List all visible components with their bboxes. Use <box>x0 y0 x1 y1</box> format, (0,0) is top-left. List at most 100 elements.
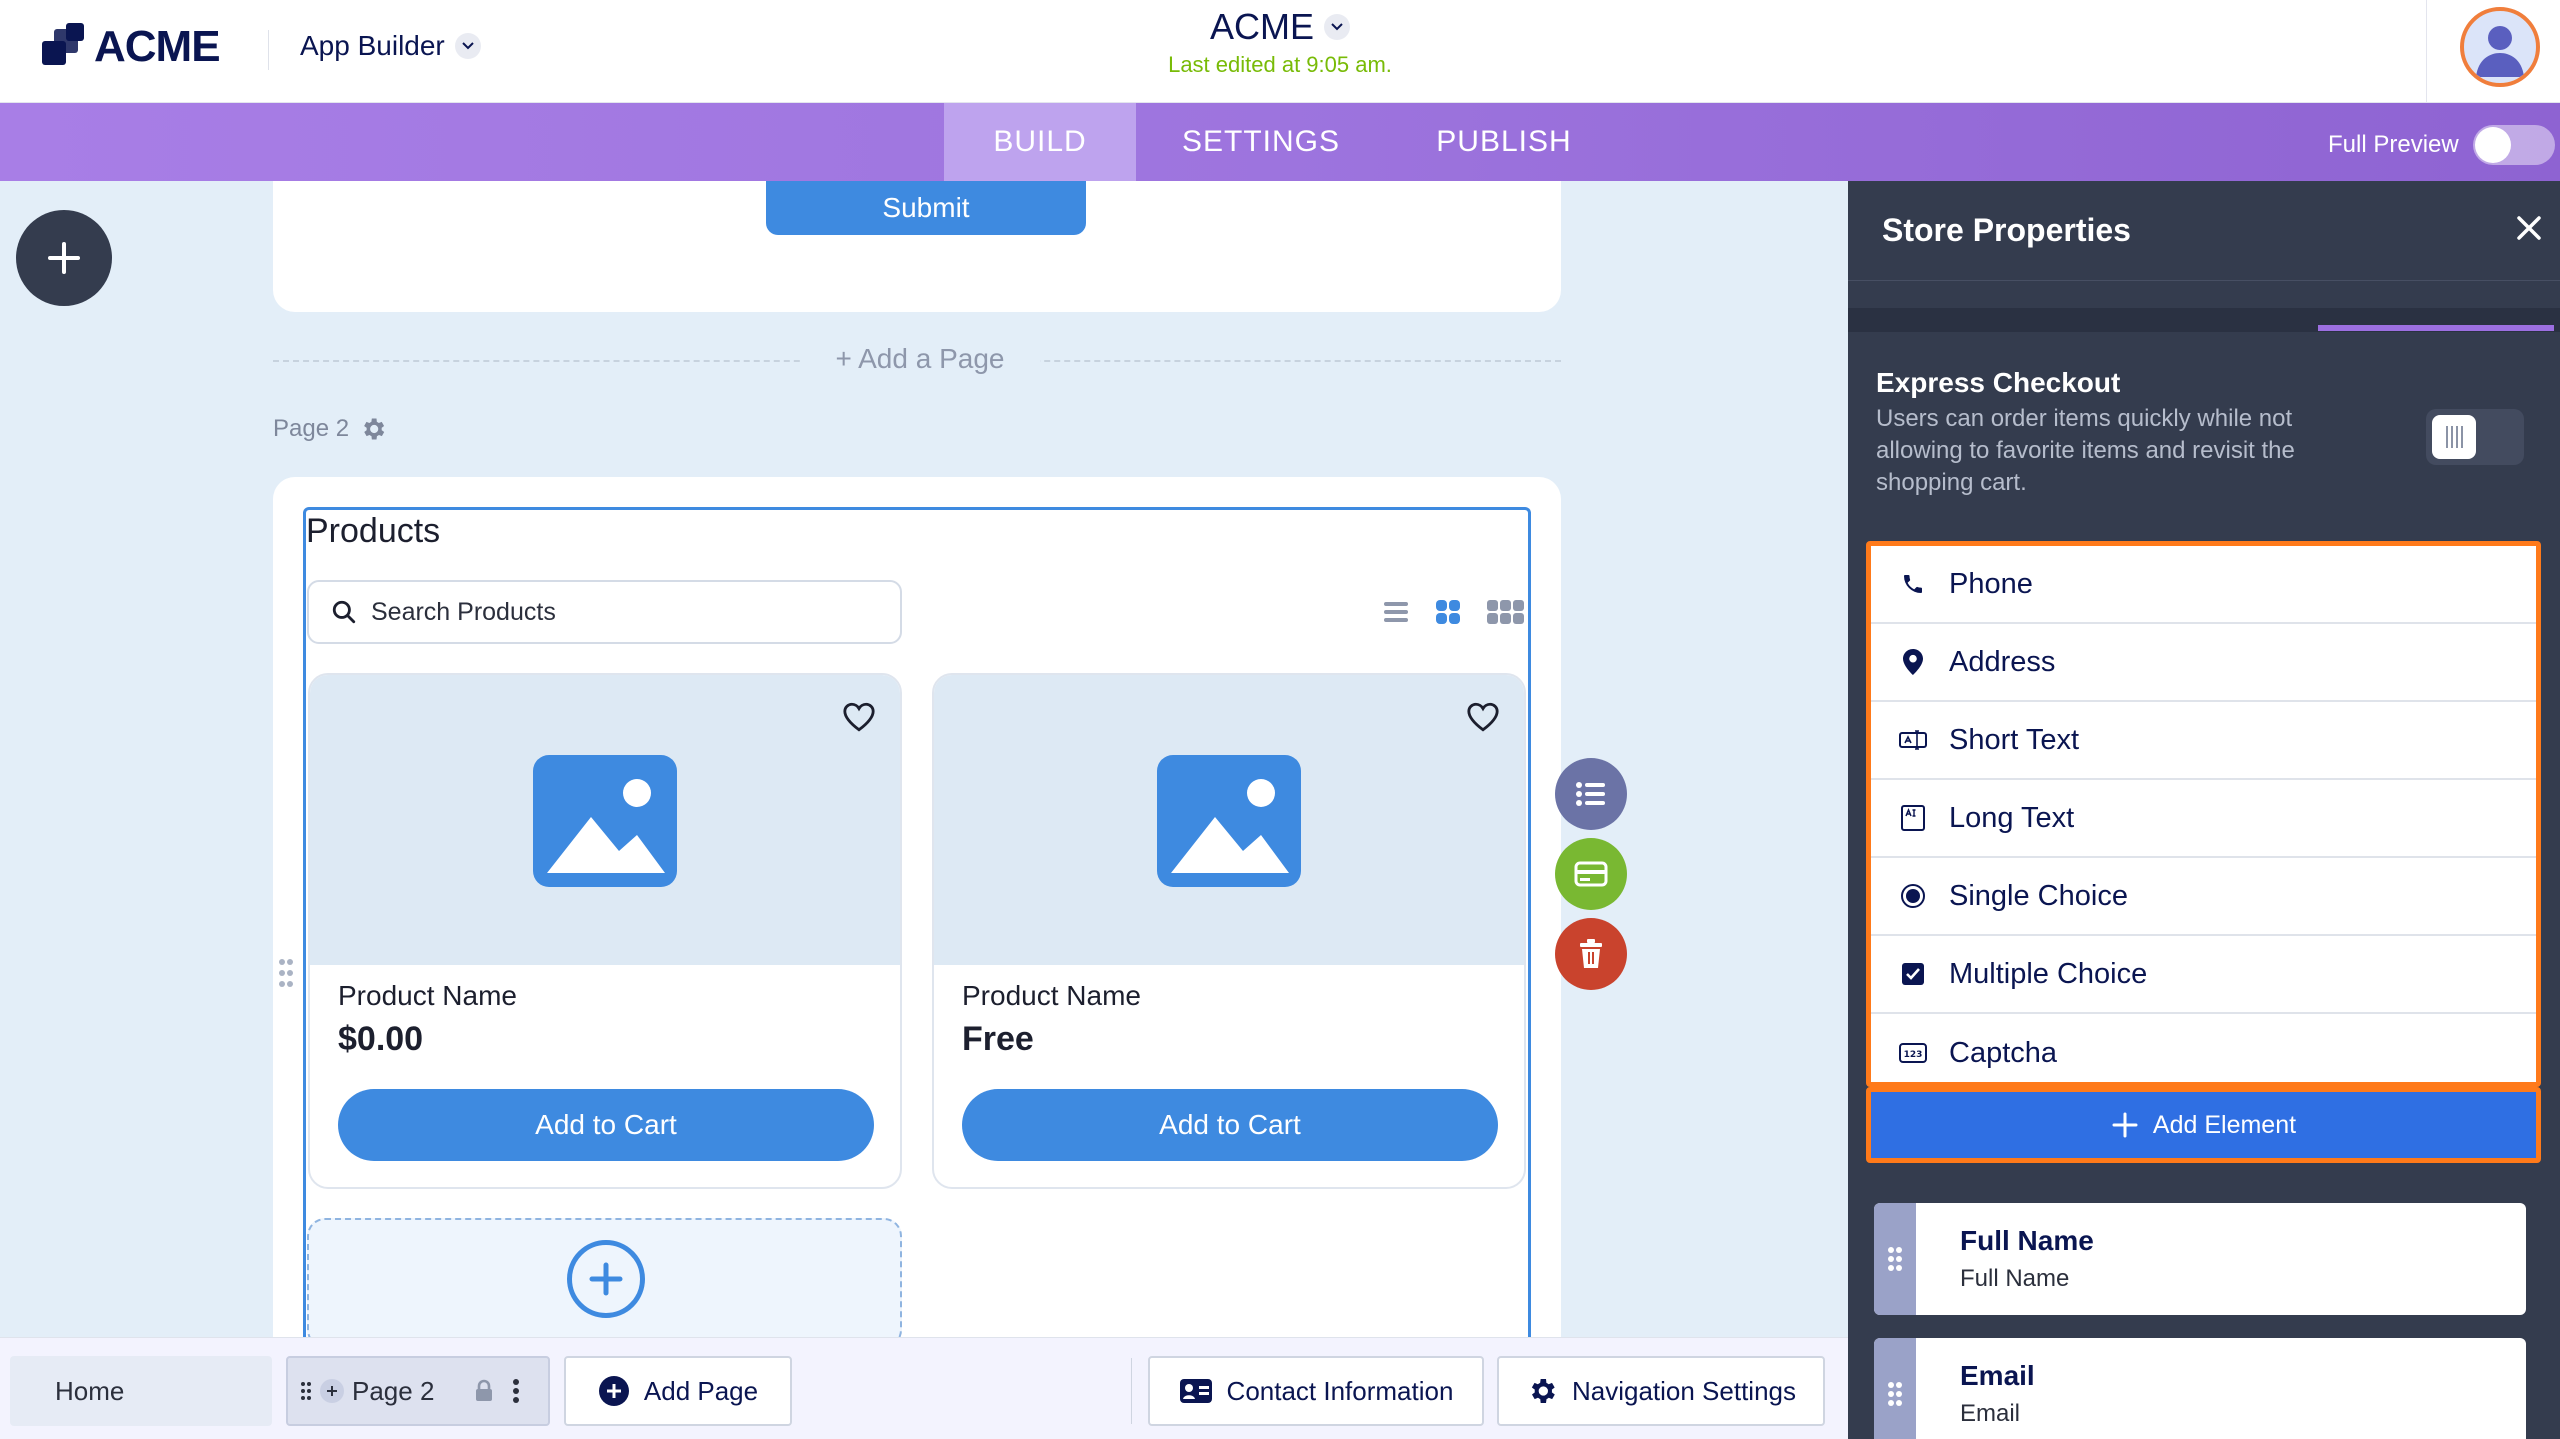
contact-card-icon <box>1179 1378 1213 1404</box>
payment-settings-button[interactable] <box>1555 838 1627 910</box>
view-switcher <box>1382 598 1526 631</box>
last-edited-status: Last edited at 9:05 am. <box>1168 52 1392 77</box>
drag-handle-icon[interactable] <box>278 958 294 993</box>
panel-tab-active-indicator <box>2318 325 2554 331</box>
add-element-button[interactable]: Add Element <box>1866 1087 2541 1163</box>
submit-button[interactable]: Submit <box>766 181 1086 235</box>
image-icon <box>1157 755 1301 887</box>
properties-list-button[interactable] <box>1555 758 1627 830</box>
location-pin-icon <box>1899 648 1927 676</box>
delete-button[interactable] <box>1555 918 1627 990</box>
field-card-full-name[interactable]: Full Name Full Name <box>1874 1203 2526 1315</box>
product-name: Product Name <box>338 980 517 1011</box>
list-view-icon[interactable] <box>1382 599 1410 630</box>
page-navigation-bar: Home Page 2 Add Page Contact Information <box>0 1337 1848 1439</box>
tab-build[interactable]: BUILD <box>944 103 1136 181</box>
lock-icon[interactable] <box>474 1379 494 1403</box>
page2-heading: Page 2 <box>273 415 387 443</box>
contact-information-label: Contact Information <box>1226 1375 1454 1406</box>
long-text-icon <box>1899 805 1927 831</box>
add-page-label: Add Page <box>643 1375 759 1406</box>
field-title: Email <box>1960 1360 2035 1391</box>
add-element-fab[interactable] <box>16 210 112 306</box>
element-label: Long Text <box>1949 801 2075 834</box>
products-title: Products <box>306 512 441 550</box>
checkbox-icon <box>1899 962 1927 986</box>
plus-circle-icon <box>567 1240 645 1318</box>
acme-logo[interactable]: ACME <box>42 22 221 72</box>
product-card[interactable]: Product Name $0.00 Add to Cart <box>308 673 902 1189</box>
drag-handle-icon[interactable] <box>1874 1338 1916 1439</box>
element-item-captcha[interactable]: 123 Captcha <box>1871 1014 2536 1082</box>
navigation-settings-label: Navigation Settings <box>1571 1375 1797 1406</box>
navigation-settings-button[interactable]: Navigation Settings <box>1497 1356 1825 1426</box>
add-product-slot[interactable] <box>307 1218 902 1348</box>
field-card-email[interactable]: Email Email <box>1874 1338 2526 1439</box>
search-icon <box>331 599 357 625</box>
add-to-cart-button[interactable]: Add to Cart <box>962 1089 1498 1161</box>
grid-view-icon[interactable] <box>1434 598 1462 631</box>
app-title-dropdown[interactable]: ACME <box>1210 6 1350 48</box>
acme-logo-mark-icon <box>42 23 90 71</box>
list-icon <box>1576 782 1605 806</box>
gear-icon <box>1526 1375 1558 1407</box>
field-subtitle: Email <box>1960 1400 2021 1427</box>
store-properties-panel: Store Properties Express Checkout Users … <box>1848 181 2560 1439</box>
product-image-placeholder <box>310 675 900 965</box>
full-preview-control: Full Preview <box>2328 125 2555 165</box>
element-item-phone[interactable]: Phone <box>1871 546 2536 624</box>
header-divider <box>268 30 269 70</box>
top-header: ACME App Builder ACME Last edited at 9:0… <box>0 0 2560 103</box>
add-to-cart-button[interactable]: Add to Cart <box>338 1089 874 1161</box>
add-element-label: Add Element <box>2152 1110 2297 1139</box>
element-item-short-text[interactable]: Short Text <box>1871 702 2536 780</box>
heart-icon[interactable] <box>1466 701 1500 738</box>
plus-icon <box>48 242 80 274</box>
gear-icon[interactable] <box>359 415 387 443</box>
radio-icon <box>1899 883 1927 909</box>
product-card[interactable]: Product Name Free Add to Cart <box>932 673 1526 1189</box>
app-builder-switcher[interactable]: App Builder <box>300 30 481 62</box>
express-checkout-title: Express Checkout <box>1876 367 2121 398</box>
contact-information-button[interactable]: Contact Information <box>1148 1356 1484 1426</box>
app-title: ACME <box>1209 6 1314 47</box>
page-tab-home[interactable]: Home <box>10 1356 272 1426</box>
search-placeholder: Search Products <box>371 597 556 626</box>
toggle-knob <box>2432 415 2476 459</box>
element-item-single-choice[interactable]: Single Choice <box>1871 858 2536 936</box>
drag-handle-icon[interactable] <box>300 1381 312 1401</box>
page-tab-label: Page 2 <box>352 1375 435 1406</box>
chevron-down-icon <box>454 33 481 59</box>
tab-settings[interactable]: SETTINGS <box>1136 103 1386 181</box>
add-a-page-link[interactable]: + Add a Page <box>800 343 1040 375</box>
tab-publish[interactable]: PUBLISH <box>1386 103 1622 181</box>
express-checkout-description: Users can order items quickly while not … <box>1876 405 2295 496</box>
express-checkout-toggle[interactable] <box>2426 409 2524 465</box>
builder-navbar: BUILD SETTINGS PUBLISH Full Preview <box>0 103 2560 181</box>
drag-handle-icon[interactable] <box>1874 1203 1916 1315</box>
trash-icon <box>1580 939 1602 968</box>
product-image-placeholder <box>934 675 1524 965</box>
product-name: Product Name <box>962 980 1141 1011</box>
svg-text:123: 123 <box>1904 1050 1923 1060</box>
page-tab-page2[interactable]: Page 2 <box>286 1356 550 1426</box>
add-page-button[interactable]: Add Page <box>564 1356 792 1426</box>
element-label: Captcha <box>1949 1036 2058 1069</box>
element-item-long-text[interactable]: Long Text <box>1871 780 2536 858</box>
plus-icon <box>2112 1112 2138 1138</box>
search-products-input[interactable]: Search Products <box>307 580 902 644</box>
image-icon <box>533 755 677 887</box>
full-preview-toggle[interactable] <box>2472 125 2555 165</box>
element-label: Multiple Choice <box>1949 957 2148 990</box>
element-label: Single Choice <box>1949 879 2128 912</box>
more-options-icon[interactable] <box>512 1378 520 1404</box>
panel-header: Store Properties <box>1848 181 2560 281</box>
bottom-divider <box>1131 1358 1132 1424</box>
heart-icon[interactable] <box>842 701 876 738</box>
element-item-address[interactable]: Address <box>1871 624 2536 702</box>
field-title: Full Name <box>1960 1225 2094 1256</box>
element-item-multiple-choice[interactable]: Multiple Choice <box>1871 936 2536 1014</box>
user-avatar[interactable] <box>2460 7 2540 87</box>
large-grid-view-icon[interactable] <box>1486 599 1526 630</box>
close-icon[interactable] <box>2514 213 2544 251</box>
